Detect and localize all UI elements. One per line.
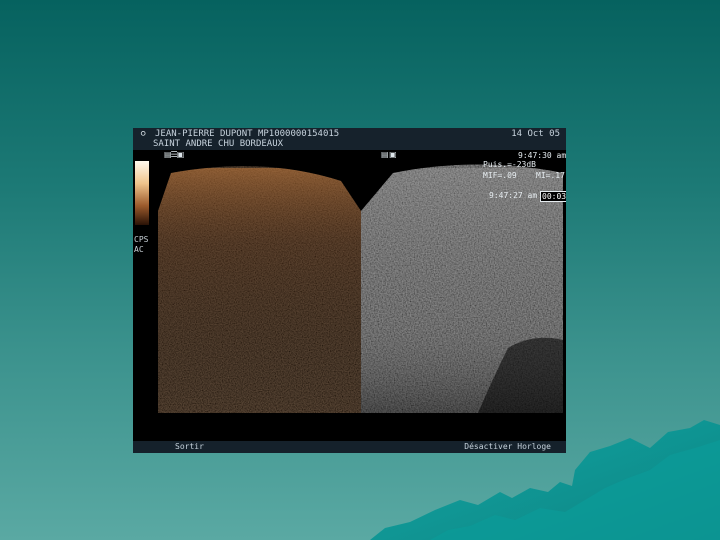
mif-readout: MIF=.09 (483, 171, 517, 180)
probe-logo-icon: ⚪ (139, 129, 148, 140)
gain-readout: Puis.=-23dB (483, 160, 536, 169)
exam-date: 14 Oct 05 (511, 129, 560, 139)
footer-bar: Sortir Désactiver Horloge (133, 441, 566, 453)
contrast-scale-bar (135, 161, 149, 225)
patient-id: JEAN-PIERRE DUPONT MP1000000154015 (155, 129, 340, 139)
mode-label-cps: CPS (134, 235, 149, 244)
mode-label-ac: AC (134, 245, 144, 254)
disable-clock-button[interactable]: Désactiver Horloge (464, 442, 551, 452)
mi-readout: MI=.17 (536, 171, 565, 180)
elapsed-timer: 00:03 (540, 191, 566, 202)
exit-button[interactable]: Sortir (175, 442, 204, 452)
hospital-name: SAINT ANDRE CHU BORDEAUX (153, 139, 284, 149)
header-bar: ⚪ JEAN-PIERRE DUPONT MP1000000154015 SAI… (133, 128, 566, 150)
bmode-icon: ▤ ▣ (381, 150, 397, 159)
contrast-mode-icon: ▤☰▣ (164, 150, 184, 159)
time-bottom: 9:47:27 am (489, 191, 538, 200)
ultrasound-window: ⚪ JEAN-PIERRE DUPONT MP1000000154015 SAI… (133, 128, 566, 453)
